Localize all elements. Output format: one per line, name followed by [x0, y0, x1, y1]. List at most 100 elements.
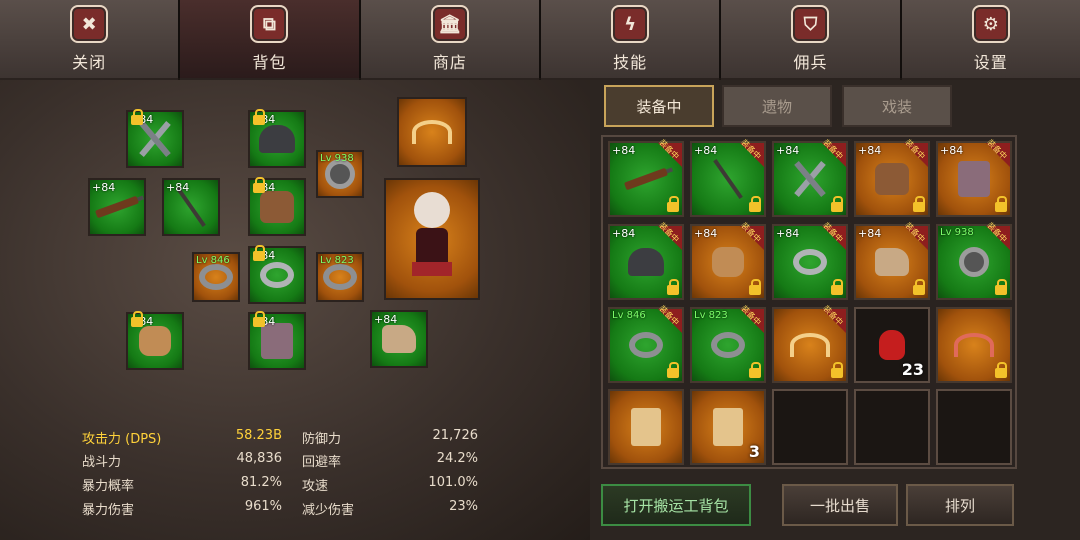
scroll-icon — [713, 408, 743, 446]
scroll-icon — [631, 408, 661, 446]
tab-shop[interactable]: 🏛 商店 — [360, 0, 539, 80]
stat-label-defense: 防御力 — [302, 432, 342, 447]
stat-value-defense: 21,726 — [432, 428, 479, 443]
equip-slot-weapon[interactable]: +84 — [126, 109, 184, 168]
equip-slot-shoulder[interactable]: +84 — [248, 245, 306, 304]
boots-icon — [875, 248, 909, 276]
tab-backpack[interactable]: ⧉ 背包 — [180, 0, 359, 80]
enhance-level: +84 — [694, 227, 718, 240]
enhance-level: +84 — [858, 227, 882, 240]
staff-icon — [713, 159, 743, 199]
inventory-slot[interactable]: +84 装备中 — [854, 221, 930, 300]
stat-label-evasion: 回避率 — [302, 455, 342, 470]
equip-slot-boots[interactable]: +84 — [370, 310, 428, 368]
inventory-slot[interactable]: +84 装备中 — [854, 138, 930, 217]
inventory-slot[interactable]: Lv 823 装备中 — [690, 304, 766, 383]
amulet-icon — [959, 247, 989, 277]
equip-slot-ring-right[interactable]: Lv 823 — [316, 252, 364, 302]
ring-icon — [199, 264, 233, 290]
equip-slot-wings[interactable] — [397, 97, 467, 167]
inventory-slot-empty[interactable] — [854, 389, 930, 465]
inventory-slot[interactable]: Lv 846 装备中 — [608, 304, 684, 383]
equip-slot-amulet[interactable]: Lv 938 — [316, 150, 364, 198]
enhance-level: +84 — [776, 144, 800, 157]
top-nav: ✖ 关闭 ⧉ 背包 🏛 商店 ϟ 技能 ⛉ 佣兵 ⚙ 设置 — [0, 0, 1080, 80]
item-level: Lv 823 — [320, 255, 354, 266]
inventory-slot[interactable]: 装备中 — [772, 304, 848, 383]
equip-slot-staff[interactable]: +84 — [162, 178, 220, 236]
tab-close[interactable]: ✖ 关闭 — [0, 0, 179, 80]
tab-mercenary[interactable]: ⛉ 佣兵 — [721, 0, 900, 80]
inventory-slot[interactable]: Lv 938 装备中 — [936, 221, 1012, 300]
gauntlet-icon — [139, 326, 171, 356]
inventory-slot[interactable]: +84 装备中 — [772, 221, 848, 300]
stat-value-evasion: 24.2% — [436, 451, 478, 466]
lock-icon — [995, 362, 1007, 378]
lock-icon — [131, 109, 143, 125]
batch-sell-button[interactable]: 一批出售 — [782, 484, 898, 526]
lock-icon — [667, 362, 679, 378]
potion-icon — [879, 330, 905, 360]
inventory-slot-empty[interactable] — [936, 389, 1012, 465]
stat-value-attack-speed: 101.0% — [428, 475, 478, 490]
inventory-slot[interactable]: +84 装备中 — [608, 138, 684, 217]
shop-icon: 🏛 — [430, 5, 469, 43]
stat-value-dps: 58.23B — [235, 428, 282, 443]
tab-mercenary-label: 佣兵 — [793, 53, 828, 72]
lock-icon — [831, 196, 843, 212]
wings-icon — [790, 333, 830, 357]
inventory-slot[interactable]: +84 装备中 — [772, 138, 848, 217]
inventory-slot[interactable]: 3 — [690, 389, 766, 465]
armor-icon — [875, 163, 909, 195]
tab-costume[interactable]: 戏装 — [842, 85, 952, 127]
inventory-slot[interactable]: +84 装备中 — [608, 221, 684, 300]
sort-button[interactable]: 排列 — [906, 484, 1014, 526]
item-level: Lv 823 — [694, 310, 728, 321]
boots-icon — [382, 325, 416, 353]
gear-icon: ⚙ — [971, 5, 1010, 43]
red-wings-icon — [954, 333, 994, 357]
equip-slot-pants[interactable]: +84 — [248, 311, 306, 370]
inventory-slot-empty[interactable] — [772, 389, 848, 465]
equip-slot-rifle[interactable]: +84 — [88, 178, 146, 236]
lock-icon — [253, 109, 265, 125]
helmet-icon — [628, 248, 664, 276]
lock-icon — [667, 279, 679, 295]
lock-icon — [253, 177, 265, 193]
lock-icon — [749, 362, 761, 378]
enhance-level: +84 — [612, 144, 636, 157]
tab-relics[interactable]: 遗物 — [722, 85, 832, 127]
inventory-slot[interactable]: +84 装备中 — [936, 138, 1012, 217]
item-count: 3 — [748, 442, 760, 461]
tab-settings[interactable]: ⚙ 设置 — [901, 0, 1080, 80]
tab-skills[interactable]: ϟ 技能 — [540, 0, 720, 80]
enhance-level: +84 — [694, 144, 718, 157]
inventory-slot[interactable]: +84 装备中 — [690, 221, 766, 300]
equip-slot-chest[interactable]: +84 — [248, 177, 306, 236]
character-portrait — [384, 178, 480, 300]
character-avatar — [386, 180, 478, 298]
inventory-slot[interactable] — [608, 389, 684, 465]
item-level: Lv 938 — [940, 227, 974, 238]
tab-backpack-label: 背包 — [252, 53, 287, 72]
lightning-icon: ϟ — [611, 5, 650, 43]
inventory-slot[interactable] — [936, 307, 1012, 383]
equip-slot-gauntlet[interactable]: +84 — [126, 311, 184, 370]
wings-icon — [412, 120, 452, 144]
inventory-grid: +84 装备中 +84 装备中 +84 装备中 +84 装备中 +84 装备中 … — [601, 135, 1017, 469]
stat-label-attack-speed: 攻速 — [302, 479, 329, 494]
open-transport-bag-button[interactable]: 打开搬运工背包 — [601, 484, 751, 526]
gauntlet-icon — [712, 247, 744, 277]
rifle-icon — [623, 167, 669, 191]
lock-icon — [831, 279, 843, 295]
lock-icon — [831, 362, 843, 378]
inventory-slot[interactable]: 23 — [854, 307, 930, 383]
stat-value-crit-rate: 81.2% — [240, 475, 282, 490]
pants-icon — [261, 323, 293, 359]
lock-icon — [253, 245, 265, 261]
stat-value-dmg-reduction: 23% — [449, 499, 478, 514]
tab-equipped[interactable]: 装备中 — [604, 85, 714, 127]
equip-slot-ring-left[interactable]: Lv 846 — [192, 252, 240, 302]
equip-slot-helmet[interactable]: +84 — [248, 109, 306, 168]
inventory-slot[interactable]: +84 装备中 — [690, 138, 766, 217]
